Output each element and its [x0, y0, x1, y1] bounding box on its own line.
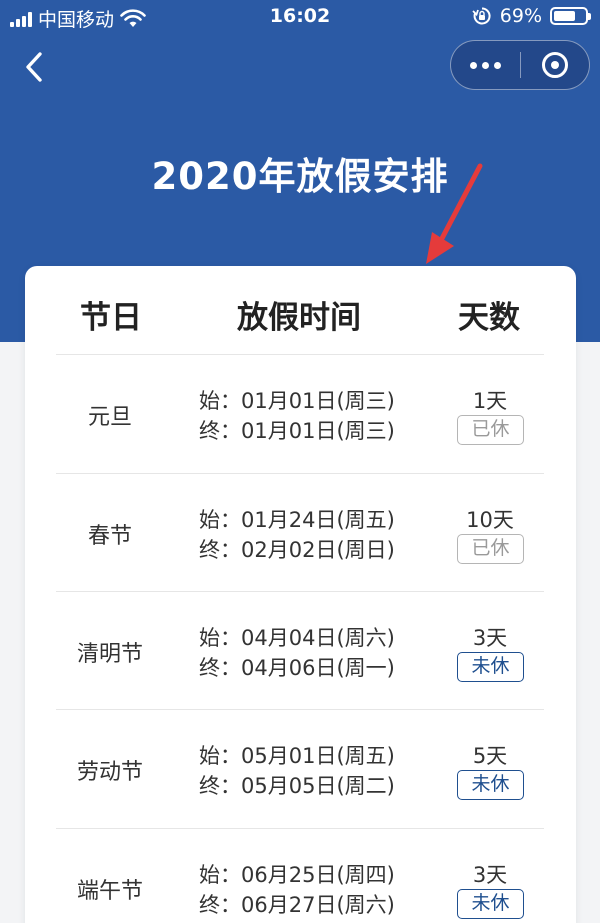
- holiday-name: 端午节: [76, 879, 143, 904]
- table-row[interactable]: 春节 始：01月24日(周五) 终：02月02日(周日) 10天 已休: [25, 474, 576, 592]
- end-date: 终：01月01日(周三): [199, 419, 395, 443]
- days-count: 5天: [472, 744, 508, 768]
- holiday-name: 劳动节: [76, 760, 143, 785]
- back-button[interactable]: [20, 50, 50, 84]
- battery-percent: 69%: [499, 5, 542, 27]
- header-days: 天数: [458, 300, 520, 336]
- status-badge: 未休: [457, 652, 524, 682]
- status-badge: 已休: [457, 534, 524, 564]
- table-row[interactable]: 端午节 始：06月25日(周四) 终：06月27日(周六) 3天 未休: [25, 829, 576, 923]
- table-header: 节日 放假时间 天数: [25, 266, 576, 354]
- start-date: 始：01月24日(周五): [199, 508, 395, 532]
- header-holiday: 节日: [80, 300, 142, 336]
- holiday-name: 清明节: [76, 642, 143, 667]
- days-count: 1天: [472, 389, 508, 413]
- days-count: 10天: [466, 508, 514, 532]
- end-date: 终：05月05日(周二): [199, 774, 395, 798]
- holiday-table-card: 节日 放假时间 天数 元旦 始：01月01日(周三) 终：01月01日(周三) …: [25, 266, 576, 923]
- page-title: 2020年放假安排: [151, 155, 449, 198]
- days-count: 3天: [472, 863, 508, 887]
- battery-icon: [550, 7, 591, 25]
- chevron-left-icon: [26, 52, 42, 82]
- status-badge: 未休: [457, 889, 524, 919]
- end-date: 终：04月06日(周一): [199, 656, 395, 680]
- more-button[interactable]: [451, 41, 520, 89]
- header-period: 放假时间: [237, 300, 361, 336]
- miniprogram-capsule: [450, 40, 590, 90]
- start-date: 始：01月01日(周三): [199, 389, 395, 413]
- status-badge: 未休: [457, 770, 524, 800]
- start-date: 始：06月25日(周四): [199, 863, 395, 887]
- more-dots-icon: [470, 61, 477, 69]
- status-right: 69%: [472, 5, 591, 27]
- end-date: 终：06月27日(周六): [199, 893, 395, 917]
- start-date: 始：05月01日(周五): [199, 744, 395, 768]
- close-button[interactable]: [521, 41, 589, 89]
- red-arrow-icon: [426, 163, 483, 264]
- status-bar: 中国移动 16:02 69%: [0, 0, 600, 34]
- end-date: 终：02月02日(周日): [199, 538, 395, 562]
- target-circle-icon: [542, 52, 568, 78]
- table-row[interactable]: 元旦 始：01月01日(周三) 终：01月01日(周三) 1天 已休: [25, 355, 576, 473]
- status-badge: 已休: [457, 415, 524, 445]
- battery-fill: [554, 11, 575, 21]
- table-row[interactable]: 劳动节 始：05月01日(周五) 终：05月05日(周二) 5天 未休: [25, 710, 576, 828]
- holiday-name: 元旦: [87, 405, 132, 430]
- table-row[interactable]: 清明节 始：04月04日(周六) 终：04月06日(周一) 3天 未休: [25, 592, 576, 710]
- days-count: 3天: [472, 626, 508, 650]
- holiday-name: 春节: [87, 524, 132, 549]
- start-date: 始：04月04日(周六): [199, 626, 395, 650]
- rotation-lock-icon: [472, 7, 491, 25]
